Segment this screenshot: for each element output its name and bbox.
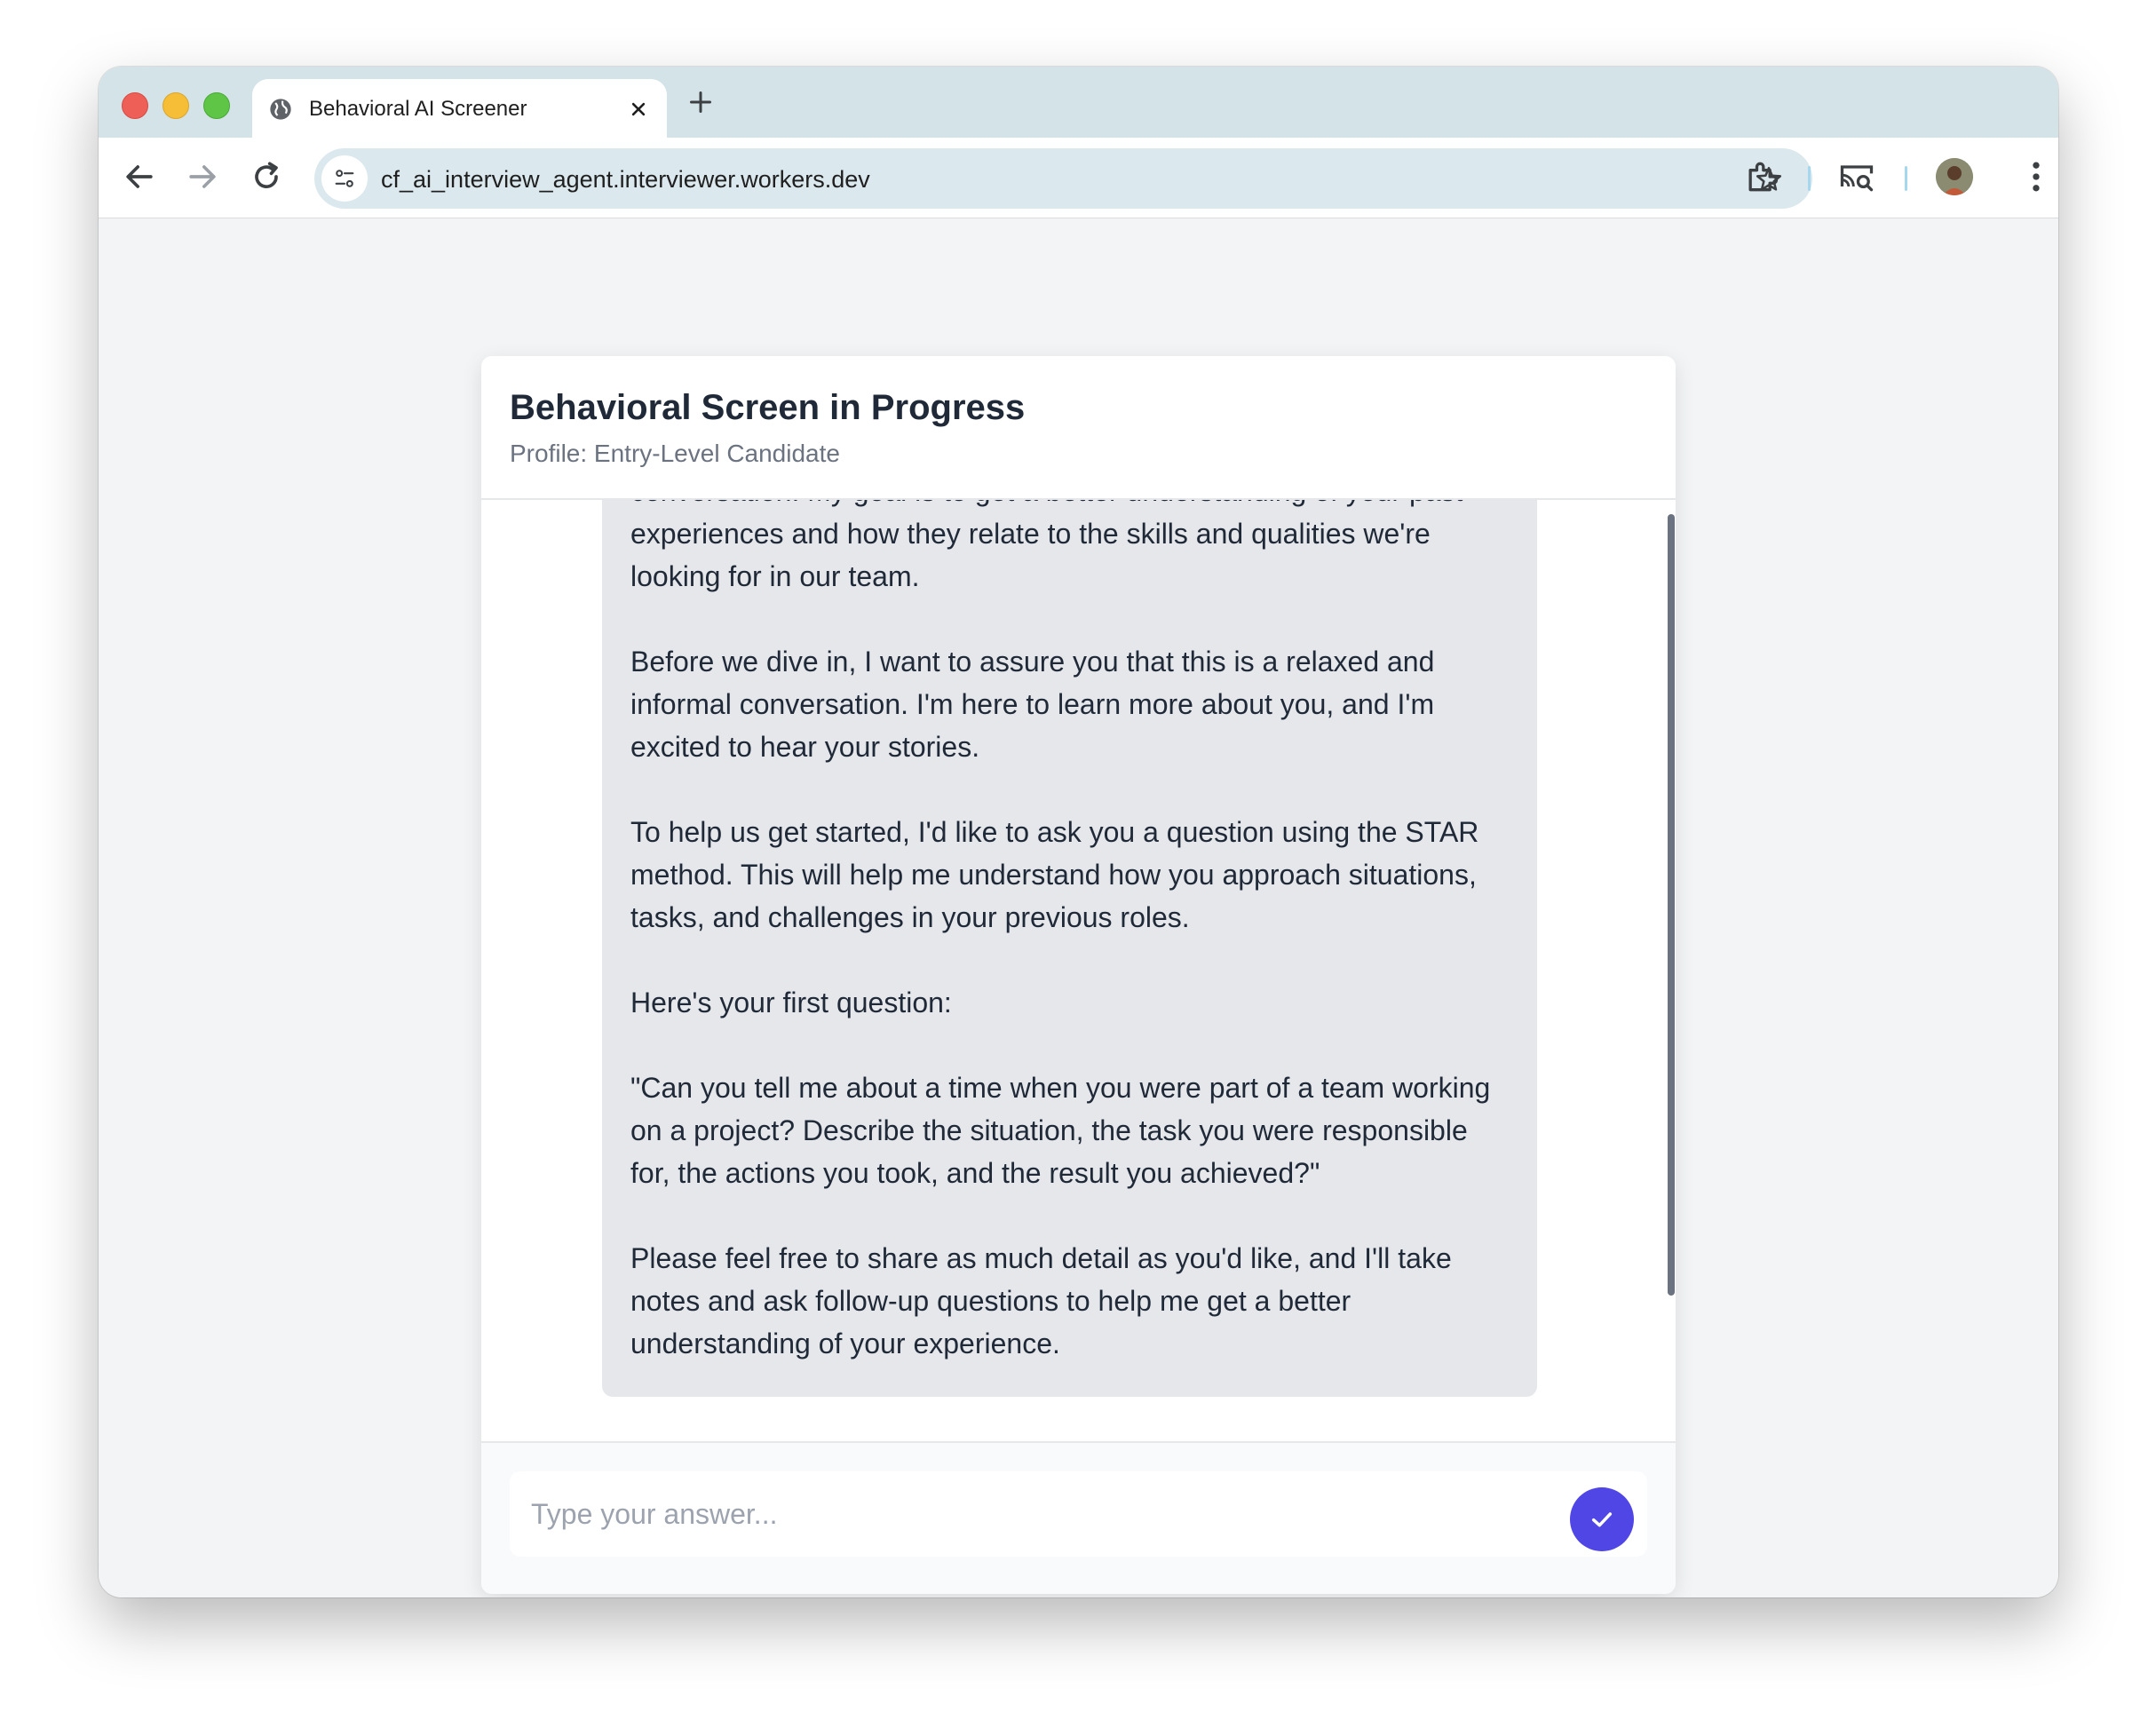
submit-answer-button[interactable] [1570,1487,1634,1551]
message-list[interactable]: conversation. My goal is to get a better… [481,500,1676,1441]
close-window-button[interactable] [122,92,148,119]
page-title: Behavioral Screen in Progress [510,388,1026,427]
profile-subtitle: Profile: Entry-Level Candidate [510,440,840,467]
answer-bar [481,1441,1676,1594]
avatar[interactable] [1936,158,1973,195]
plus-icon[interactable] [685,86,717,118]
toolbar-divider [1808,166,1811,191]
tab-title: Behavioral AI Screener [309,97,527,121]
forward-arrow-icon[interactable] [183,157,222,196]
minimize-window-button[interactable] [162,92,189,119]
message-paragraph: To help us get started, I'd like to ask … [630,816,1479,933]
tab-active[interactable]: Behavioral AI Screener [252,79,667,138]
answer-input[interactable] [510,1471,1647,1557]
reload-icon[interactable] [247,157,286,196]
cast-search-icon[interactable] [1837,157,1876,196]
assistant-message: conversation. My goal is to get a better… [602,500,1537,1397]
message-paragraph: Please feel free to share as much detail… [630,1242,1452,1359]
interview-card: Behavioral Screen in Progress Profile: E… [481,356,1676,1594]
back-arrow-icon[interactable] [120,157,159,196]
checkmark-icon [1591,1512,1613,1527]
address-bar[interactable]: cf_ai_interview_agent.interviewer.worker… [314,148,1812,209]
site-info-button[interactable] [321,155,368,202]
url-text: cf_ai_interview_agent.interviewer.worker… [381,166,870,193]
extensions-icon[interactable] [1742,157,1781,196]
toolbar-divider [1905,166,1907,191]
page-content: Behavioral Screen in Progress Profile: E… [99,218,2058,1597]
globe-icon [270,99,291,120]
browser-window: Behavioral AI Screener cf_ai_interview_a… [99,67,2058,1597]
browser-toolbar: cf_ai_interview_agent.interviewer.worker… [99,138,2058,218]
message-paragraph: Before we dive in, I want to assure you … [630,646,1435,763]
message-paragraph: Here's your first question: [630,987,952,1019]
tab-strip: Behavioral AI Screener [99,67,2058,138]
close-icon[interactable] [626,97,651,122]
maximize-window-button[interactable] [203,92,230,119]
card-header: Behavioral Screen in Progress Profile: E… [481,356,1676,500]
more-vert-icon[interactable] [2017,157,2056,196]
site-info-icon [335,170,354,187]
message-paragraph: "Can you tell me about a time when you w… [630,1072,1491,1189]
message-paragraph: conversation. My goal is to get a better… [630,500,1462,592]
scrollbar[interactable] [1668,514,1675,1296]
